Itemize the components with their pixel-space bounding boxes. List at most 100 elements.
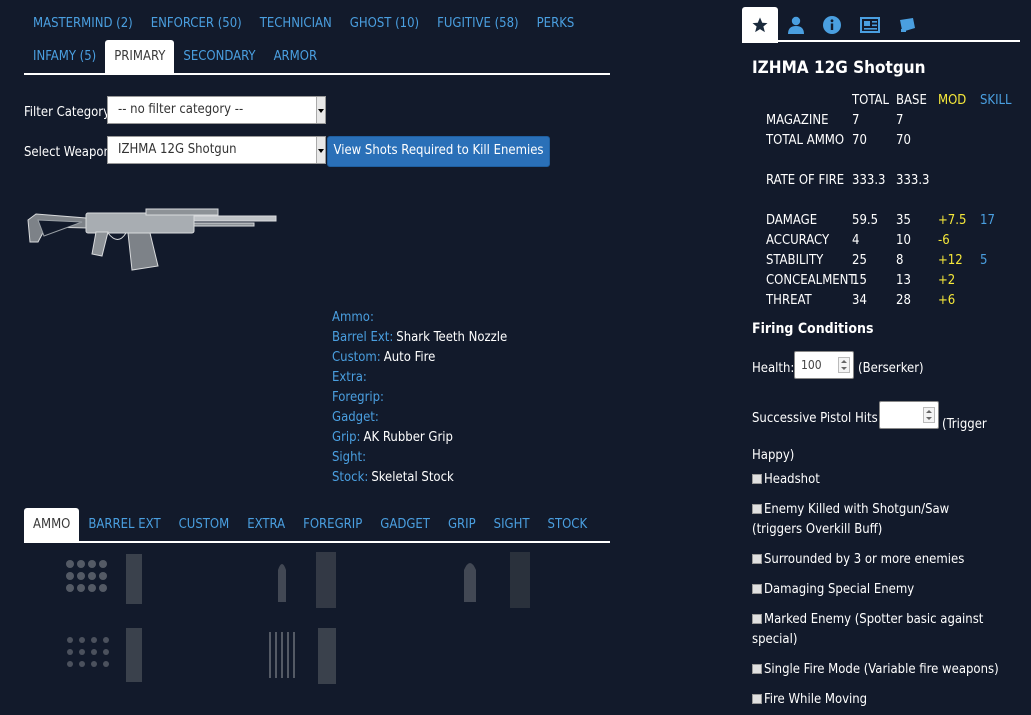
spinner-icon[interactable]	[838, 357, 850, 373]
stat-base: 70	[896, 133, 911, 148]
filter-category-select[interactable]: -- no filter category --	[107, 96, 326, 124]
tab-stats[interactable]	[742, 7, 778, 43]
tab-armor[interactable]: ARMOR	[265, 49, 327, 64]
checkbox[interactable]	[752, 694, 762, 704]
stat-mod: +7.5	[938, 213, 967, 228]
tab-foregrip[interactable]: FOREGRIP	[294, 517, 371, 532]
filter-category-value: -- no filter category --	[118, 102, 244, 117]
stat-name: ACCURACY	[766, 233, 830, 248]
tab-enforcer[interactable]: ENFORCER (50)	[142, 16, 251, 31]
stat-name: RATE OF FIRE	[766, 173, 845, 188]
ammo-thumbnail-slug[interactable]	[268, 552, 352, 608]
ammo-thumbnail-darts[interactable]	[266, 628, 350, 684]
filter-category-label: Filter Category:	[24, 105, 114, 120]
health-input[interactable]: 100	[794, 351, 854, 379]
stat-base: 13	[896, 273, 911, 288]
stat-total: 59.5	[852, 213, 879, 228]
mod-tabs: AMMO BARREL EXT CUSTOM EXTRA FOREGRIP GA…	[24, 508, 610, 541]
stat-base: 10	[896, 233, 911, 248]
stat-name: DAMAGE	[766, 213, 818, 228]
ticket-icon	[900, 18, 915, 32]
stat-base: 333.3	[896, 173, 930, 188]
mod-ammo: Ammo:	[332, 308, 507, 328]
stat-total: 15	[852, 273, 867, 288]
tab-news[interactable]	[852, 7, 888, 43]
tab-stock[interactable]: STOCK	[539, 517, 597, 532]
tab-barrel-ext[interactable]: BARREL EXT	[79, 517, 169, 532]
condition-single-fire[interactable]: Single Fire Mode (Variable fire weapons)	[752, 660, 1002, 680]
stat-total: 34	[852, 293, 867, 308]
tab-mastermind[interactable]: MASTERMIND (2)	[24, 16, 142, 31]
tab-primary[interactable]: PRIMARY	[105, 40, 175, 73]
tab-custom[interactable]: CUSTOM	[170, 517, 239, 532]
stat-mod: +12	[938, 253, 963, 268]
tab-info[interactable]	[814, 7, 850, 43]
condition-surrounded[interactable]: Surrounded by 3 or more enemies	[752, 550, 1002, 570]
health-value: 100	[801, 358, 822, 372]
weapon-image	[27, 208, 277, 271]
star-icon	[752, 17, 768, 33]
stats-table: TOTAL BASE MOD SKILL MAGAZINE 7 7 TOTAL …	[766, 91, 1026, 311]
mod-value: AK Rubber Grip	[363, 430, 453, 445]
condition-label: Surrounded by 3 or more enemies	[764, 552, 965, 567]
info-icon	[823, 16, 841, 34]
tab-ammo[interactable]: AMMO	[24, 508, 80, 541]
mod-key: Ammo:	[332, 310, 374, 325]
newspaper-icon	[860, 17, 880, 33]
stat-row-accuracy: ACCURACY 4 10 -6	[766, 231, 1026, 251]
tab-perks[interactable]: PERKS	[528, 16, 584, 31]
condition-overkill[interactable]: Enemy Killed with Shotgun/Saw (triggers …	[752, 500, 1002, 540]
stat-row-magazine: MAGAZINE 7 7	[766, 111, 1026, 131]
stat-total: 4	[852, 233, 860, 248]
condition-damaging-special[interactable]: Damaging Special Enemy	[752, 580, 1002, 600]
tab-extra[interactable]: EXTRA	[238, 517, 294, 532]
tab-fugitive[interactable]: FUGITIVE (58)	[428, 16, 528, 31]
stat-name: STABILITY	[766, 253, 824, 268]
stat-skill: 5	[980, 253, 988, 268]
mod-key: Foregrip:	[332, 390, 384, 405]
checkbox[interactable]	[752, 474, 762, 484]
condition-label: Fire While Moving	[764, 692, 868, 707]
mod-gadget: Gadget:	[332, 408, 507, 428]
mod-key: Sight:	[332, 450, 367, 465]
tab-technician[interactable]: TECHNICIAN	[251, 16, 341, 31]
header-skill: SKILL	[980, 93, 1012, 108]
skill-tabs-row-2: INFAMY (5) PRIMARY SECONDARY ARMOR	[24, 40, 610, 73]
condition-label: Damaging Special Enemy	[764, 582, 915, 597]
condition-marked-enemy[interactable]: Marked Enemy (Spotter basic against spec…	[752, 610, 1002, 650]
tab-ticket[interactable]	[890, 7, 926, 43]
checkbox[interactable]	[752, 554, 762, 564]
tab-gadget[interactable]: GADGET	[371, 517, 439, 532]
checkbox[interactable]	[752, 584, 762, 594]
tab-secondary[interactable]: SECONDARY	[174, 49, 264, 64]
ammo-thumbnail-flechette[interactable]	[64, 628, 148, 684]
tab-grip[interactable]: GRIP	[439, 517, 485, 532]
skill-tabs-divider	[24, 73, 610, 75]
checkbox[interactable]	[752, 614, 762, 624]
tab-ghost[interactable]: GHOST (10)	[341, 16, 428, 31]
mod-foregrip: Foregrip:	[332, 388, 507, 408]
mod-value: Auto Fire	[383, 350, 436, 365]
stat-row-concealment: CONCEALMENT 15 13 +2	[766, 271, 1026, 291]
user-icon	[788, 16, 804, 34]
skill-tabs: MASTERMIND (2) ENFORCER (50) TECHNICIAN …	[24, 7, 610, 73]
stat-skill: 17	[980, 213, 995, 228]
ammo-thumbnail-he[interactable]	[460, 552, 544, 608]
view-shots-button[interactable]: View Shots Required to Kill Enemies	[327, 136, 550, 167]
tab-profile[interactable]	[778, 7, 814, 43]
checkbox[interactable]	[752, 664, 762, 674]
condition-fire-moving[interactable]: Fire While Moving	[752, 690, 1002, 710]
tab-infamy[interactable]: INFAMY (5)	[24, 49, 105, 64]
condition-label: Headshot	[764, 472, 820, 487]
stat-row-threat: THREAT 34 28 +6	[766, 291, 1026, 311]
mod-key: Grip:	[332, 430, 361, 445]
ammo-thumbnail-buckshot[interactable]	[64, 552, 148, 608]
weapon-select[interactable]: IZHMA 12G Shotgun	[107, 136, 326, 164]
condition-headshot[interactable]: Headshot	[752, 470, 1002, 490]
header-total: TOTAL	[852, 93, 889, 108]
mod-value: Skeletal Stock	[371, 470, 454, 485]
tab-sight[interactable]: SIGHT	[485, 517, 539, 532]
checkbox[interactable]	[752, 504, 762, 514]
stat-total: 70	[852, 133, 867, 148]
condition-label: Single Fire Mode (Variable fire weapons)	[764, 662, 999, 677]
